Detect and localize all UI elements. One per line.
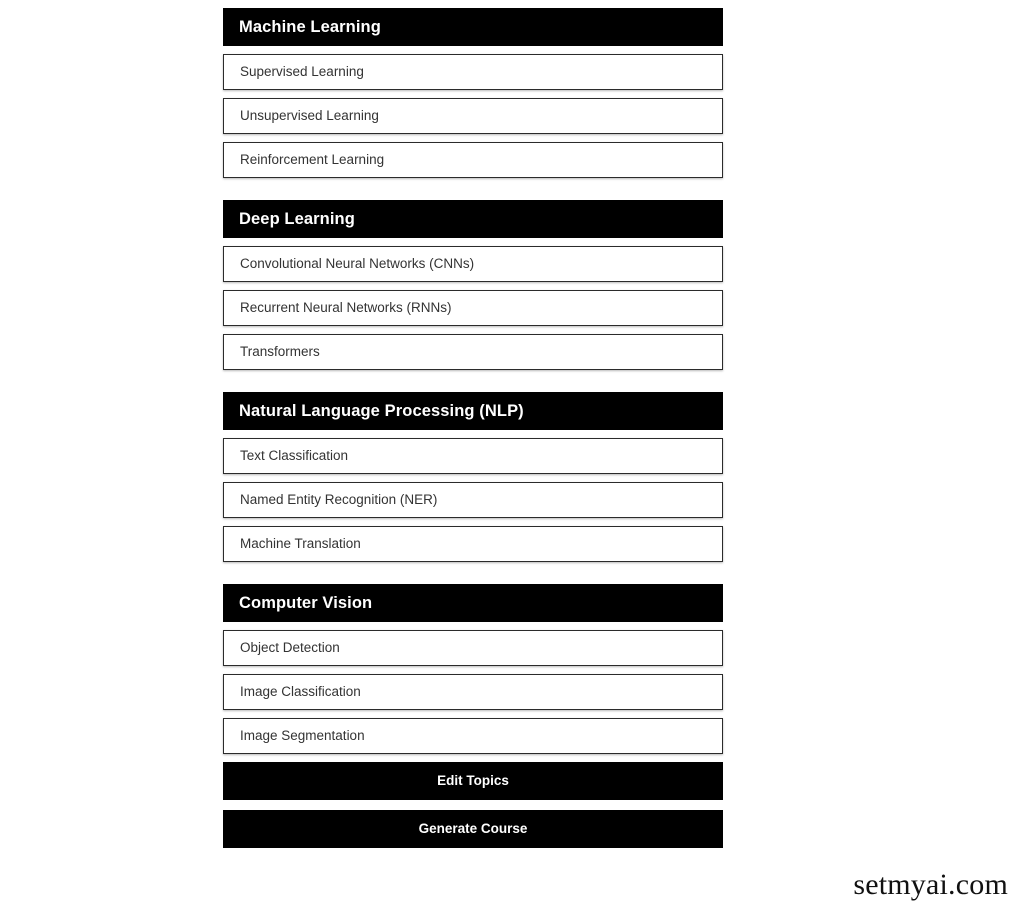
topic-item[interactable]: Recurrent Neural Networks (RNNs) (223, 290, 723, 326)
topic-item[interactable]: Object Detection (223, 630, 723, 666)
course-topic-builder: Machine Learning Supervised Learning Uns… (223, 8, 723, 858)
section-header-machine-learning: Machine Learning (223, 8, 723, 46)
topic-list: Object Detection Image Classification Im… (223, 630, 723, 754)
topic-item[interactable]: Image Classification (223, 674, 723, 710)
generate-course-button[interactable]: Generate Course (223, 810, 723, 848)
topic-item[interactable]: Machine Translation (223, 526, 723, 562)
topic-section: Natural Language Processing (NLP) Text C… (223, 392, 723, 562)
edit-topics-button[interactable]: Edit Topics (223, 762, 723, 800)
topic-item[interactable]: Named Entity Recognition (NER) (223, 482, 723, 518)
topic-item[interactable]: Image Segmentation (223, 718, 723, 754)
topic-item[interactable]: Supervised Learning (223, 54, 723, 90)
section-header-deep-learning: Deep Learning (223, 200, 723, 238)
topic-list: Supervised Learning Unsupervised Learnin… (223, 54, 723, 178)
section-header-computer-vision: Computer Vision (223, 584, 723, 622)
topic-item[interactable]: Reinforcement Learning (223, 142, 723, 178)
topic-section: Machine Learning Supervised Learning Uns… (223, 8, 723, 178)
topic-section: Deep Learning Convolutional Neural Netwo… (223, 200, 723, 370)
topic-list: Text Classification Named Entity Recogni… (223, 438, 723, 562)
topic-item[interactable]: Text Classification (223, 438, 723, 474)
watermark: setmyai.com (853, 868, 1008, 901)
action-button-group: Edit Topics Generate Course (223, 762, 723, 848)
topic-item[interactable]: Unsupervised Learning (223, 98, 723, 134)
topic-item[interactable]: Convolutional Neural Networks (CNNs) (223, 246, 723, 282)
topic-item[interactable]: Transformers (223, 334, 723, 370)
topic-section: Computer Vision Object Detection Image C… (223, 584, 723, 754)
page-root: Machine Learning Supervised Learning Uns… (0, 0, 1024, 910)
topic-list: Convolutional Neural Networks (CNNs) Rec… (223, 246, 723, 370)
section-header-natural-language-processing: Natural Language Processing (NLP) (223, 392, 723, 430)
